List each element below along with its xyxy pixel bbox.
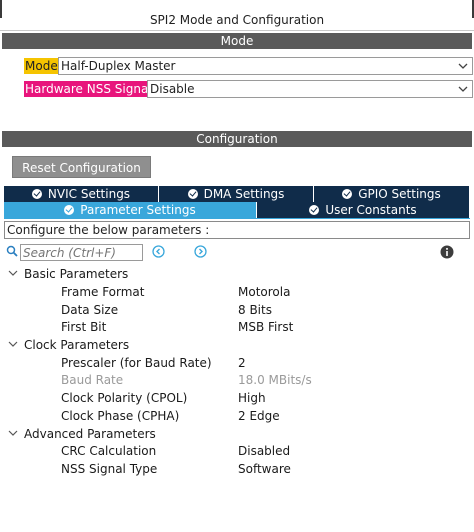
param-name: NSS Signal Type	[61, 462, 158, 476]
tab-nvic-settings[interactable]: NVIC Settings	[4, 186, 159, 202]
param-name: Clock Polarity (CPOL)	[61, 391, 188, 405]
param-name: Baud Rate	[61, 373, 124, 387]
tab-underline	[4, 218, 470, 219]
param-value[interactable]: High	[238, 389, 266, 407]
tab-label: Parameter Settings	[80, 203, 196, 217]
mode-label: Mode	[24, 58, 59, 74]
chevron-down-icon	[458, 86, 468, 92]
info-icon[interactable]	[440, 245, 454, 259]
reset-configuration-button[interactable]: Reset Configuration	[12, 156, 151, 178]
param-value[interactable]: Software	[238, 460, 291, 478]
param-name: Frame Format	[61, 285, 145, 299]
tab-user-constants[interactable]: User Constants	[257, 202, 469, 218]
param-name: Clock Phase (CPHA)	[61, 409, 180, 423]
mode-select-value: Half-Duplex Master	[61, 59, 176, 73]
tab-label: NVIC Settings	[47, 187, 131, 201]
param-name: CRC Calculation	[61, 444, 157, 458]
nss-label: Hardware NSS Signal	[24, 81, 153, 97]
window-title-bar: SPI2 Mode and Configuration	[0, 0, 474, 31]
tab-label: GPIO Settings	[358, 187, 441, 201]
tab-label: DMA Settings	[203, 187, 285, 201]
tab-gpio-settings[interactable]: GPIO Settings	[314, 186, 469, 202]
search-icon	[6, 245, 18, 257]
param-value: 18.0 MBits/s	[238, 373, 312, 387]
check-circle-icon	[342, 189, 353, 199]
group-label: Clock Parameters	[24, 338, 130, 352]
configuration-section-header: Configuration	[2, 131, 472, 147]
tab-parameter-settings[interactable]: Parameter Settings	[4, 202, 257, 218]
chevron-down-icon	[458, 63, 468, 69]
check-circle-icon	[187, 189, 198, 199]
param-value[interactable]: Motorola	[238, 283, 290, 301]
nss-row: Hardware NSS Signal Disable	[24, 80, 473, 98]
mode-row: Mode Half-Duplex Master	[24, 57, 473, 75]
search-input[interactable]	[20, 244, 143, 261]
title-left-edge	[0, 0, 2, 18]
param-name: Data Size	[61, 303, 119, 317]
param-name: First Bit	[61, 320, 107, 334]
check-circle-icon	[31, 189, 42, 199]
param-value[interactable]: 2 Edge	[238, 407, 280, 425]
nss-select[interactable]: Disable	[147, 80, 473, 98]
param-value[interactable]: Disabled	[238, 442, 290, 460]
caret-down-icon	[8, 341, 18, 347]
tab-dma-settings[interactable]: DMA Settings	[159, 186, 314, 202]
caret-down-icon	[8, 430, 18, 436]
mode-section-header: Mode	[2, 33, 472, 49]
chevron-left-circle-icon[interactable]	[152, 245, 165, 258]
param-value[interactable]: 8 Bits	[238, 301, 272, 319]
check-circle-icon	[64, 205, 75, 215]
group-label: Advanced Parameters	[24, 427, 156, 441]
mode-select[interactable]: Half-Duplex Master	[58, 57, 473, 75]
param-name: Prescaler (for Baud Rate)	[61, 356, 212, 370]
param-value[interactable]: MSB First	[238, 318, 293, 336]
param-value[interactable]: 2	[238, 354, 246, 372]
tab-label: User Constants	[325, 203, 417, 217]
window-title: SPI2 Mode and Configuration	[149, 13, 325, 27]
caret-down-icon	[8, 270, 18, 276]
group-label: Basic Parameters	[24, 267, 129, 281]
nss-select-value: Disable	[150, 82, 195, 96]
configure-hint: Configure the below parameters :	[4, 221, 470, 239]
check-circle-icon	[309, 205, 320, 215]
chevron-right-circle-icon[interactable]	[194, 245, 207, 258]
